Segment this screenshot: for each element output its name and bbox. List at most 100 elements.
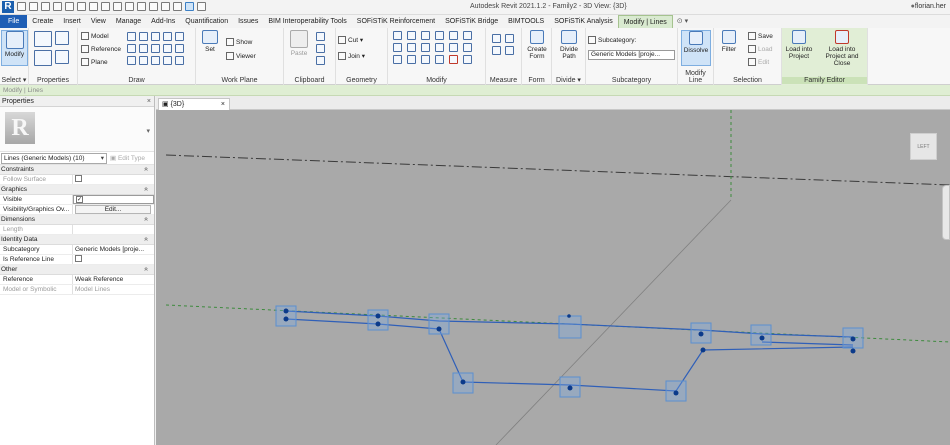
- group-dimensions[interactable]: Dimensions: [0, 215, 154, 225]
- viewer-button[interactable]: Viewer: [226, 52, 256, 60]
- point-icon[interactable]: [151, 56, 160, 65]
- modify-button[interactable]: Modify: [1, 30, 28, 66]
- thin-lines-icon[interactable]: [161, 2, 170, 11]
- model-line-button[interactable]: Model: [81, 32, 109, 40]
- tab-manage[interactable]: Manage: [111, 15, 146, 28]
- text-icon[interactable]: [125, 2, 134, 11]
- endpoint[interactable]: [850, 348, 856, 354]
- rotate-icon[interactable]: [421, 43, 430, 52]
- pin-icon[interactable]: [421, 55, 430, 64]
- endpoint[interactable]: [436, 326, 442, 332]
- reference-plane-button[interactable]: Plane: [81, 58, 108, 66]
- pick-lines-icon[interactable]: [163, 56, 172, 65]
- dimension-icon[interactable]: [101, 2, 110, 11]
- array-icon[interactable]: [393, 55, 402, 64]
- edit-selection-button[interactable]: Edit: [748, 58, 769, 66]
- customize-qat-icon[interactable]: [197, 2, 206, 11]
- split-icon[interactable]: [449, 31, 458, 40]
- scale-icon[interactable]: [407, 55, 416, 64]
- mirror-axis-icon[interactable]: [421, 31, 430, 40]
- redo-icon[interactable]: [65, 2, 74, 11]
- load-selection-button[interactable]: Load: [748, 45, 772, 53]
- endpoint[interactable]: [700, 347, 706, 353]
- subcategory-dropdown[interactable]: Generic Models [proje...: [588, 50, 675, 60]
- family-types-icon[interactable]: [34, 50, 52, 66]
- open-icon[interactable]: [17, 2, 26, 11]
- dimension-dropdown-icon[interactable]: [505, 46, 514, 55]
- arc-icon[interactable]: [127, 44, 136, 53]
- 3d-viewport[interactable]: LEFT: [156, 110, 950, 445]
- tab-quantification[interactable]: Quantification: [180, 15, 233, 28]
- endpoint[interactable]: [698, 331, 704, 337]
- join-geometry-button[interactable]: Join ▾: [338, 52, 365, 60]
- navigation-bar[interactable]: [942, 185, 950, 240]
- endpoint[interactable]: [759, 335, 765, 341]
- fillet-arc-icon[interactable]: [163, 44, 172, 53]
- endpoint[interactable]: [375, 321, 381, 327]
- print-icon[interactable]: [77, 2, 86, 11]
- copy-clipboard-icon[interactable]: [316, 44, 325, 53]
- group-graphics[interactable]: Graphics: [0, 185, 154, 195]
- undo-icon[interactable]: [53, 2, 62, 11]
- measure-distance-icon[interactable]: [492, 34, 501, 43]
- model-canvas[interactable]: [156, 110, 950, 445]
- paste-button[interactable]: Paste: [286, 30, 312, 66]
- edit-type-button[interactable]: ▣ Edit Type: [110, 153, 145, 164]
- model-line-right-return[interactable]: [761, 341, 854, 346]
- divide-path-button[interactable]: Divide Path: [554, 30, 584, 66]
- measure-dropdown-icon[interactable]: [505, 34, 514, 43]
- group-constraints[interactable]: Constraints: [0, 165, 154, 175]
- partial-ellipse-icon[interactable]: [139, 56, 148, 65]
- save-selection-button[interactable]: Save: [748, 32, 773, 40]
- grip-box[interactable]: [367, 309, 389, 331]
- delete-icon[interactable]: [449, 55, 458, 64]
- measure-icon[interactable]: [89, 2, 98, 11]
- visible-checkbox[interactable]: [76, 196, 83, 203]
- tab-view[interactable]: View: [86, 15, 111, 28]
- viewcube[interactable]: LEFT: [909, 131, 937, 161]
- tangent-arc-icon[interactable]: [151, 44, 160, 53]
- pick-faces-icon[interactable]: [175, 56, 184, 65]
- tab-sofistik-bridge[interactable]: SOFiSTiK Bridge: [440, 15, 503, 28]
- endpoint[interactable]: [375, 313, 381, 319]
- show-work-plane-button[interactable]: Show: [226, 38, 252, 46]
- visibility-edit-button[interactable]: Edit...: [75, 205, 151, 214]
- endpoint[interactable]: [567, 314, 571, 318]
- endpoint[interactable]: [283, 308, 289, 314]
- close-icon[interactable]: ×: [147, 96, 151, 107]
- move-icon[interactable]: [393, 43, 402, 52]
- switch-windows-icon[interactable]: [185, 2, 194, 11]
- 3d-view-icon[interactable]: [137, 2, 146, 11]
- endpoint[interactable]: [850, 336, 856, 342]
- load-into-project-button[interactable]: Load into Project: [784, 30, 814, 66]
- copy-icon[interactable]: [407, 43, 416, 52]
- type-dropdown-icon[interactable]: ▾: [146, 127, 150, 135]
- cut-clipboard-icon[interactable]: [316, 32, 325, 41]
- reference-plane-line[interactable]: [165, 154, 950, 186]
- grip-box[interactable]: [558, 315, 582, 339]
- circle-icon[interactable]: [163, 32, 172, 41]
- properties-icon[interactable]: [34, 31, 52, 47]
- aligned-dimension-icon[interactable]: [492, 46, 501, 55]
- endpoint[interactable]: [567, 385, 573, 391]
- dissolve-button[interactable]: Dissolve: [681, 30, 711, 66]
- group-other[interactable]: Other: [0, 265, 154, 275]
- user-account[interactable]: florian.her: [911, 3, 946, 10]
- revit-logo-icon[interactable]: R: [2, 1, 14, 13]
- set-work-plane-button[interactable]: Set: [198, 30, 222, 66]
- trim-icon[interactable]: [435, 43, 444, 52]
- tab-insert[interactable]: Insert: [58, 15, 86, 28]
- grip-box[interactable]: [750, 324, 772, 346]
- close-view-icon[interactable]: ×: [221, 99, 225, 110]
- select-panel-label[interactable]: Select ▾: [0, 76, 28, 84]
- divide-panel-label[interactable]: Divide ▾: [552, 76, 585, 84]
- view-tab-3d[interactable]: ▣ {3D} ×: [158, 98, 230, 110]
- center-arc-icon[interactable]: [139, 44, 148, 53]
- reference-line-button[interactable]: Reference: [81, 45, 121, 53]
- circumscribed-polygon-icon[interactable]: [175, 32, 184, 41]
- unpin-icon[interactable]: [435, 55, 444, 64]
- spline-icon[interactable]: [175, 44, 184, 53]
- trim-single-icon[interactable]: [449, 43, 458, 52]
- tab-issues[interactable]: Issues: [233, 15, 263, 28]
- offset-icon[interactable]: [407, 31, 416, 40]
